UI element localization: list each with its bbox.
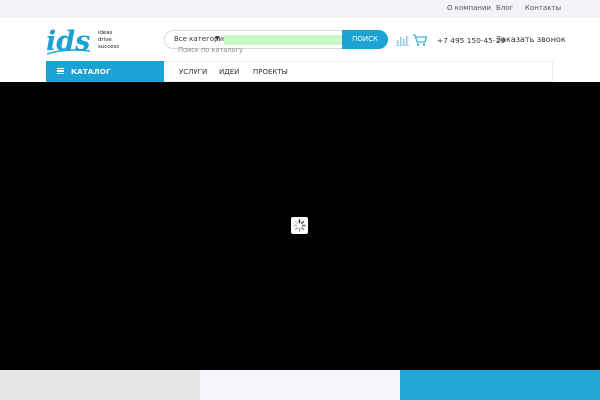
header-icons [396, 34, 428, 46]
logo[interactable]: ids ideas drive success [46, 28, 126, 62]
phone-number[interactable]: +7 495 150-45-19 [437, 36, 505, 45]
cart-icon[interactable] [413, 34, 428, 46]
search-hint: Поиск по каталогу [178, 46, 243, 54]
compare-chart-icon[interactable] [396, 36, 409, 46]
logo-mark: ids [46, 28, 90, 57]
top-link-blog[interactable]: Блог [496, 4, 513, 12]
search-input[interactable] [224, 35, 343, 45]
loading-spinner-icon [291, 217, 308, 234]
search-button[interactable]: ПОИСК [342, 30, 388, 49]
nav-item-services[interactable]: УСЛУГИ [179, 68, 207, 76]
catalog-button[interactable]: КАТАЛОГ [46, 61, 164, 82]
catalog-label: КАТАЛОГ [71, 67, 111, 76]
top-link-about[interactable]: О компании [447, 4, 491, 12]
callback-link[interactable]: Заказать звонок [496, 35, 566, 44]
nav-item-ideas[interactable]: ИДЕИ [219, 68, 239, 76]
menu-bars-icon [57, 68, 64, 74]
logo-tagline-1: ideas [98, 30, 113, 36]
footer-block-right [400, 370, 600, 400]
top-link-contacts[interactable]: Контакты [525, 4, 561, 12]
logo-tagline-2: drive [98, 37, 112, 43]
footer-block-left [0, 370, 200, 400]
top-bar: О компании Блог Контакты [0, 0, 600, 18]
chevron-down-icon[interactable]: ▼ [215, 35, 220, 42]
header: ids ideas drive success Все категории ▼ … [0, 18, 600, 62]
footer-block-middle [200, 370, 400, 400]
logo-tagline-3: success [98, 44, 120, 50]
nav-item-projects[interactable]: ПРОЕКТЫ [253, 68, 288, 76]
